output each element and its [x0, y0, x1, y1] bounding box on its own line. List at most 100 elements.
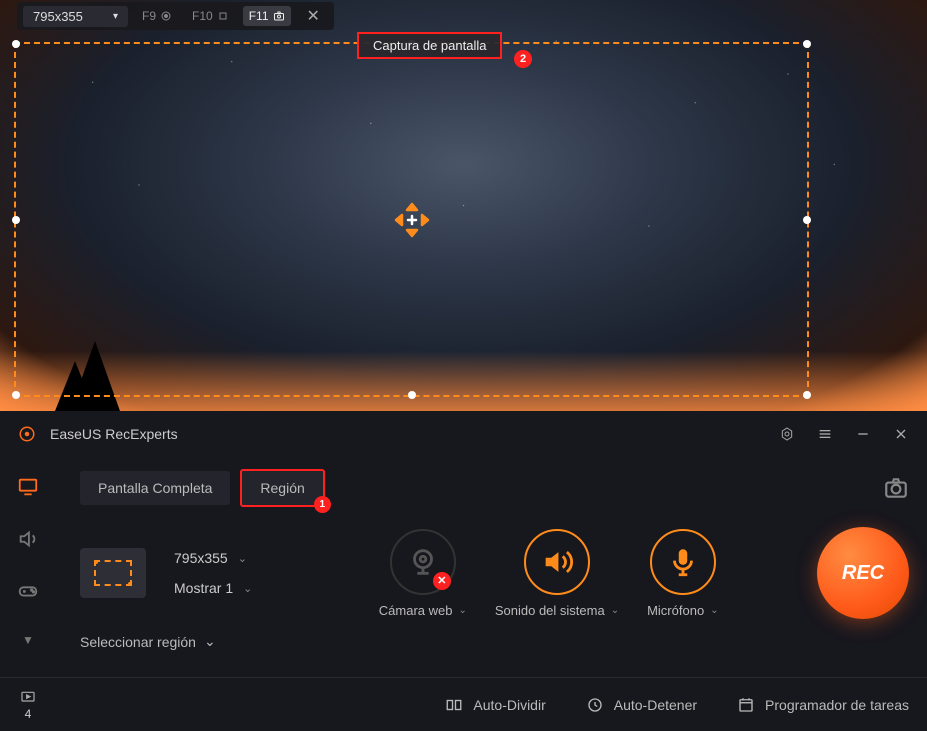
chevron-down-icon: ⌄	[611, 605, 619, 616]
scheduler-label: Programador de tareas	[765, 697, 909, 713]
window-controls	[779, 426, 909, 442]
chevron-down-icon: ⌄	[710, 605, 718, 616]
system-sound-toggle[interactable]	[524, 529, 590, 595]
close-icon	[893, 426, 909, 442]
tab-fullscreen[interactable]: Pantalla Completa	[80, 471, 230, 505]
display-dropdown[interactable]: Mostrar 1 ⌄	[174, 580, 252, 596]
monitor-icon	[17, 476, 39, 498]
region-info: 795x355 ⌄ Mostrar 1 ⌄	[174, 550, 252, 596]
microphone-dropdown[interactable]: Micrófono ⌄	[647, 603, 718, 618]
tooltip-text: Captura de pantalla	[373, 38, 486, 53]
annotation-badge-2: 2	[514, 50, 532, 68]
auto-split-label: Auto-Dividir	[473, 697, 545, 713]
snapshot-button[interactable]	[883, 475, 909, 501]
capture-preview-area: 795x355 ▾ F9 F10 F11 ✕ Captura de pantal…	[0, 0, 927, 411]
hotkey-label: F10	[192, 9, 213, 23]
folder-play-icon	[18, 689, 38, 705]
auto-stop-button[interactable]: Auto-Detener	[586, 696, 697, 714]
display-label: Mostrar 1	[174, 580, 233, 596]
region-size-dropdown[interactable]: 795x355 ⌄	[174, 550, 252, 566]
resize-handle-bm[interactable]	[408, 391, 416, 399]
brand-icon	[18, 425, 36, 443]
resolution-dropdown[interactable]: 795x355 ▾	[23, 6, 128, 27]
controls-row: 795x355 ⌄ Mostrar 1 ⌄ ✕ Cámara w	[80, 527, 909, 619]
sidebar-audio-button[interactable]	[14, 525, 42, 553]
resize-handle-tr[interactable]	[803, 40, 811, 48]
close-button[interactable]	[893, 426, 909, 442]
camera-dropdown[interactable]: Cámara web ⌄	[379, 603, 467, 618]
screenshot-tooltip: Captura de pantalla	[357, 32, 502, 59]
resize-handle-br[interactable]	[803, 391, 811, 399]
camera-toggle[interactable]: ✕	[390, 529, 456, 595]
resolution-value: 795x355	[33, 9, 83, 24]
system-sound-label: Sonido del sistema	[495, 603, 605, 618]
move-handle[interactable]	[388, 196, 436, 244]
sidebar: ▼	[0, 457, 56, 665]
chevron-down-icon: ⌄	[458, 605, 466, 616]
recordings-button[interactable]: 4	[0, 678, 56, 731]
tabs-row: Pantalla Completa Región 1	[80, 469, 909, 507]
region-size-value: 795x355	[174, 550, 228, 566]
settings-button[interactable]	[779, 426, 795, 442]
auto-stop-label: Auto-Detener	[614, 697, 697, 713]
app-title: EaseUS RecExperts	[50, 426, 765, 442]
calendar-icon	[737, 696, 755, 714]
sidebar-game-button[interactable]	[14, 577, 42, 605]
tab-region-label: Región	[260, 480, 304, 496]
sidebar-expand-button[interactable]: ▼	[22, 633, 34, 647]
region-preview-rect	[94, 560, 132, 586]
camera-device: ✕ Cámara web ⌄	[379, 529, 467, 618]
stop-square-icon	[217, 10, 229, 22]
hotkey-f11-button[interactable]: F11	[243, 6, 291, 26]
record-circle-icon	[160, 10, 172, 22]
chevron-down-icon: ⌄	[238, 552, 247, 565]
main-panel: EaseUS RecExperts	[0, 411, 927, 731]
microphone-icon	[666, 545, 700, 579]
record-button[interactable]: REC	[817, 527, 909, 619]
hotkey-label: F11	[249, 9, 269, 23]
region-preview[interactable]	[80, 548, 146, 598]
select-region-dropdown[interactable]: Seleccionar región ⌄	[80, 633, 909, 650]
resize-handle-bl[interactable]	[12, 391, 20, 399]
clock-icon	[586, 696, 604, 714]
speaker-icon	[17, 528, 39, 550]
bottom-actions: Auto-Dividir Auto-Detener Programador de…	[445, 696, 909, 714]
hotkey-f10-button[interactable]: F10	[186, 6, 235, 26]
disabled-badge-icon: ✕	[433, 572, 451, 590]
resize-handle-mr[interactable]	[803, 216, 811, 224]
selection-rectangle[interactable]	[14, 42, 809, 397]
tab-region[interactable]: Región 1	[240, 469, 324, 507]
resize-handle-tl[interactable]	[12, 40, 20, 48]
hotkey-f9-button[interactable]: F9	[136, 6, 178, 26]
camera-icon	[883, 475, 909, 501]
hamburger-icon	[817, 426, 833, 442]
auto-split-button[interactable]: Auto-Dividir	[445, 696, 545, 714]
content-row: ▼ Pantalla Completa Región 1 79	[0, 457, 927, 665]
speaker-icon	[540, 545, 574, 579]
menu-button[interactable]	[817, 426, 833, 442]
capture-toolbar: 795x355 ▾ F9 F10 F11 ✕	[17, 2, 334, 30]
microphone-label: Micrófono	[647, 603, 704, 618]
record-label: REC	[842, 562, 884, 585]
chevron-down-icon: ▾	[113, 11, 118, 22]
move-arrows-icon	[388, 196, 436, 244]
chevron-down-icon: ⌄	[243, 582, 252, 595]
split-icon	[445, 696, 463, 714]
hotkey-label: F9	[142, 9, 156, 23]
annotation-badge-1: 1	[314, 496, 331, 513]
close-toolbar-button[interactable]: ✕	[299, 6, 328, 26]
gamepad-icon	[17, 580, 39, 602]
system-sound-device: Sonido del sistema ⌄	[495, 529, 619, 618]
microphone-device: Micrófono ⌄	[647, 529, 718, 618]
resize-handle-ml[interactable]	[12, 216, 20, 224]
chevron-down-icon: ⌄	[204, 633, 216, 650]
recordings-count: 4	[25, 707, 32, 721]
camera-label: Cámara web	[379, 603, 453, 618]
sidebar-screen-button[interactable]	[14, 473, 42, 501]
bottom-bar: 4 Auto-Dividir Auto-Detener Programador …	[0, 677, 927, 731]
microphone-toggle[interactable]	[650, 529, 716, 595]
system-sound-dropdown[interactable]: Sonido del sistema ⌄	[495, 603, 619, 618]
minimize-button[interactable]	[855, 426, 871, 442]
task-scheduler-button[interactable]: Programador de tareas	[737, 696, 909, 714]
minimize-icon	[855, 426, 871, 442]
